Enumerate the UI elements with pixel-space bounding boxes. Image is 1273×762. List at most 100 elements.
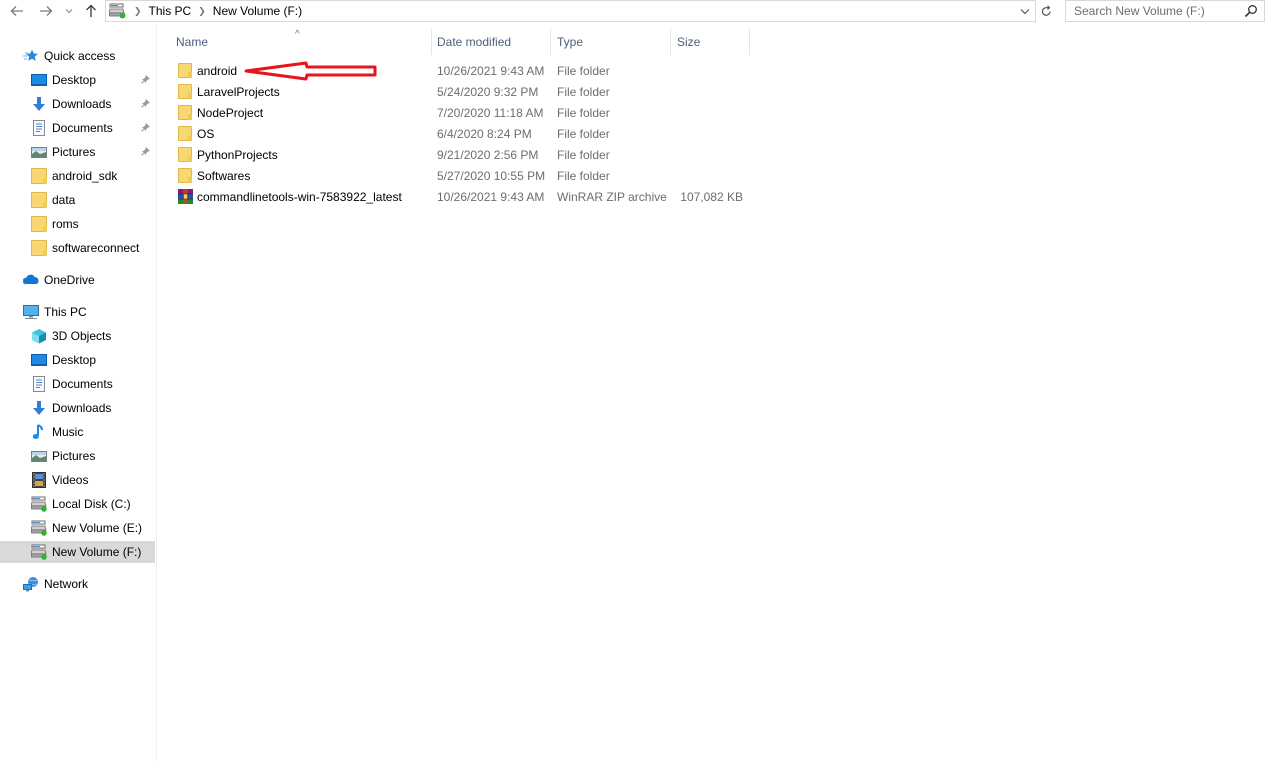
- drive-icon: [108, 3, 127, 19]
- refresh-button[interactable]: [1037, 1, 1055, 21]
- nav-pc-pictures[interactable]: Pictures: [0, 445, 155, 467]
- breadcrumb-separator-icon: ❯: [134, 5, 142, 16]
- nav-pc-local-disk-c[interactable]: Local Disk (C:): [0, 493, 155, 515]
- nav-this-pc[interactable]: This PC: [0, 301, 155, 323]
- downloads-icon: [31, 400, 47, 416]
- folder-icon: [31, 240, 47, 256]
- nav-pc-documents[interactable]: Documents: [0, 373, 155, 395]
- file-row-softwares[interactable]: Softwares 5/27/2020 10:55 PM File folder: [174, 165, 754, 186]
- file-date-modified: 9/21/2020 2:56 PM: [437, 147, 539, 162]
- folder-icon: [178, 105, 192, 120]
- music-icon: [31, 424, 47, 440]
- breadcrumb-separator-icon: ❯: [198, 5, 206, 16]
- up-button[interactable]: [82, 2, 100, 20]
- folder-icon: [31, 192, 47, 208]
- nav-quick-data[interactable]: data: [0, 189, 155, 211]
- chevron-down-icon: [65, 9, 73, 14]
- nav-network[interactable]: Network: [0, 573, 155, 595]
- pictures-icon: [31, 144, 47, 160]
- pin-icon[interactable]: [141, 122, 151, 132]
- search-box[interactable]: [1065, 0, 1265, 22]
- documents-icon: [31, 120, 47, 136]
- nav-pc-new-volume-e[interactable]: New Volume (E:): [0, 517, 155, 539]
- pictures-icon: [31, 448, 47, 464]
- file-name: Softwares: [197, 168, 251, 183]
- nav-pc-downloads[interactable]: Downloads: [0, 397, 155, 419]
- nav-quick-pictures[interactable]: Pictures: [0, 141, 155, 163]
- pin-icon[interactable]: [141, 74, 151, 84]
- nav-onedrive[interactable]: OneDrive: [0, 269, 155, 291]
- file-name: NodeProject: [197, 105, 264, 120]
- downloads-icon: [31, 96, 47, 112]
- column-header-date-modified[interactable]: Date modified: [431, 29, 550, 55]
- annotation-arrow-icon: [244, 61, 377, 81]
- folder-icon: [178, 147, 192, 162]
- nav-quick-access[interactable]: Quick access: [0, 45, 155, 67]
- refresh-icon: [1041, 5, 1051, 16]
- file-row-commandlinetools-zip[interactable]: commandlinetools-win-7583922_latest 10/2…: [174, 186, 754, 207]
- drive-icon: [30, 520, 47, 536]
- column-header-row: Name ^ Date modified Type Size: [158, 29, 758, 55]
- file-date-modified: 5/27/2020 10:55 PM: [437, 168, 546, 183]
- nav-quick-android-sdk[interactable]: android_sdk: [0, 165, 155, 187]
- file-size: 107,082 KB: [680, 189, 743, 204]
- drive-icon: [30, 544, 47, 560]
- back-button[interactable]: [8, 2, 26, 20]
- file-name: PythonProjects: [197, 147, 278, 162]
- drive-icon: [30, 496, 47, 512]
- file-name: OS: [197, 126, 215, 141]
- nav-pc-music[interactable]: Music: [0, 421, 155, 443]
- file-date-modified: 6/4/2020 8:24 PM: [437, 126, 532, 141]
- column-header-type[interactable]: Type: [550, 29, 670, 55]
- nav-pc-3d-objects[interactable]: 3D Objects: [0, 325, 155, 347]
- file-list: Name ^ Date modified Type Size android 1…: [158, 25, 1273, 762]
- file-row-os[interactable]: OS 6/4/2020 8:24 PM File folder: [174, 123, 754, 144]
- file-name: commandlinetools-win-7583922_latest: [197, 189, 402, 204]
- breadcrumb-this-pc[interactable]: This PC: [149, 4, 192, 18]
- nav-quick-roms[interactable]: roms: [0, 213, 155, 235]
- folder-icon: [31, 168, 47, 184]
- nav-quick-desktop[interactable]: Desktop: [0, 69, 155, 91]
- desktop-icon: [31, 72, 47, 88]
- recent-locations-button[interactable]: [63, 2, 75, 20]
- pin-icon[interactable]: [141, 98, 151, 108]
- forward-button[interactable]: [37, 2, 55, 20]
- folder-icon: [178, 126, 192, 141]
- nav-pc-new-volume-f[interactable]: New Volume (F:): [0, 541, 155, 563]
- onedrive-cloud-icon: [22, 272, 39, 288]
- file-date-modified: 10/26/2021 9:43 AM: [437, 189, 545, 204]
- chevron-down-icon: [1020, 8, 1030, 14]
- desktop-icon: [31, 352, 47, 368]
- sort-ascending-icon: ^: [295, 29, 300, 40]
- network-icon: [23, 576, 39, 592]
- nav-quick-documents[interactable]: Documents: [0, 117, 155, 139]
- computer-icon: [23, 304, 39, 320]
- nav-pc-desktop[interactable]: Desktop: [0, 349, 155, 371]
- pin-icon[interactable]: [141, 146, 151, 156]
- navigation-pane: Quick access Desktop Downloads Documents…: [0, 25, 157, 762]
- file-date-modified: 10/26/2021 9:43 AM: [437, 63, 545, 78]
- file-type: File folder: [557, 168, 610, 183]
- file-name: LaravelProjects: [197, 84, 280, 99]
- file-row-nodeproject[interactable]: NodeProject 7/20/2020 11:18 AM File fold…: [174, 102, 754, 123]
- videos-icon: [31, 472, 47, 488]
- search-icon[interactable]: [1244, 4, 1258, 18]
- nav-pc-videos[interactable]: Videos: [0, 469, 155, 491]
- folder-icon: [31, 216, 47, 232]
- address-toolbar: ❯ This PC ❯ New Volume (F:): [0, 0, 1273, 23]
- search-input[interactable]: [1066, 4, 1236, 18]
- file-row-pythonprojects[interactable]: PythonProjects 9/21/2020 2:56 PM File fo…: [174, 144, 754, 165]
- breadcrumb-current-drive[interactable]: New Volume (F:): [213, 4, 302, 18]
- file-type: File folder: [557, 126, 610, 141]
- documents-icon: [31, 376, 47, 392]
- column-header-name[interactable]: Name: [176, 29, 430, 55]
- folder-icon: [178, 84, 192, 99]
- address-dropdown-button[interactable]: [1018, 4, 1032, 18]
- column-header-size[interactable]: Size: [670, 29, 750, 55]
- address-bar[interactable]: ❯ This PC ❯ New Volume (F:): [105, 0, 1036, 22]
- winrar-archive-icon: [178, 189, 193, 204]
- file-row-laravelprojects[interactable]: LaravelProjects 5/24/2020 9:32 PM File f…: [174, 81, 754, 102]
- nav-quick-downloads[interactable]: Downloads: [0, 93, 155, 115]
- nav-quick-softwareconnect[interactable]: softwareconnect: [0, 237, 155, 259]
- file-type: File folder: [557, 147, 610, 162]
